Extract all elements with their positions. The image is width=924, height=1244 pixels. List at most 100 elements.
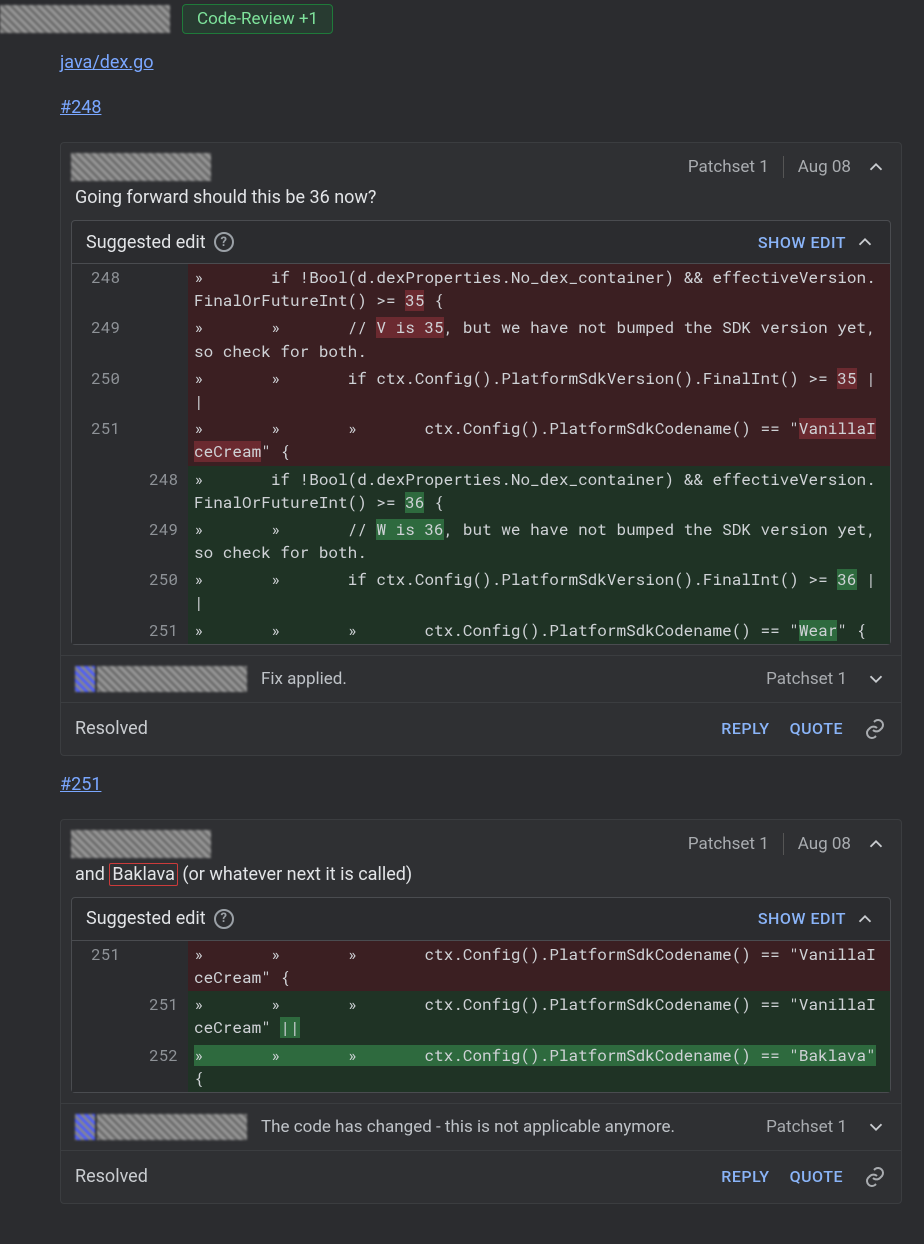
review-header: Code-Review +1 bbox=[0, 0, 924, 44]
help-icon[interactable]: ? bbox=[214, 232, 234, 252]
quote-button[interactable]: QUOTE bbox=[790, 719, 843, 738]
diff-row-added: 249» » // W is 36, but we have not bumpe… bbox=[72, 516, 890, 566]
replier-avatar-redacted bbox=[75, 1114, 95, 1140]
line-number-new: 248 bbox=[130, 466, 188, 516]
copy-link-icon[interactable] bbox=[863, 717, 887, 741]
diff-row-added: 251» » » ctx.Config().PlatformSdkCodenam… bbox=[72, 991, 890, 1041]
reply-patchset: Patchset 1 bbox=[762, 669, 851, 689]
show-edit-button[interactable]: SHOW EDIT bbox=[758, 909, 846, 928]
diff-row-deleted: 250 » » if ctx.Config().PlatformSdkVersio… bbox=[72, 365, 890, 415]
diff-view: 248» if !Bool(d.dexProperties.No_dex_con… bbox=[72, 264, 890, 644]
reply-button[interactable]: REPLY bbox=[721, 1167, 769, 1186]
reply-patchset: Patchset 1 bbox=[762, 1117, 851, 1137]
collapse-icon[interactable] bbox=[865, 833, 887, 855]
code-deleted: » » » ctx.Config().PlatformSdkCodename()… bbox=[188, 415, 890, 465]
comment-date[interactable]: Aug 08 bbox=[794, 157, 855, 177]
line-number-new: 251 bbox=[130, 991, 188, 1041]
resolved-label: Resolved bbox=[75, 718, 148, 739]
line-number-new: 251 bbox=[130, 617, 188, 644]
diff-row-deleted: 251 » » » ctx.Config().PlatformSdkCodenam… bbox=[72, 941, 890, 991]
comment-text: Going forward should this be 36 now? bbox=[61, 183, 901, 220]
replier-avatar-redacted bbox=[75, 666, 95, 692]
line-number-new bbox=[130, 264, 188, 314]
line-number-new: 250 bbox=[130, 566, 188, 616]
line-number-old bbox=[72, 516, 130, 566]
thread-footer: Resolved REPLY QUOTE bbox=[61, 702, 901, 755]
suggested-edit-title: Suggested edit bbox=[86, 232, 206, 253]
code-deleted: » » // V is 35, but we have not bumped t… bbox=[188, 314, 890, 364]
replier-name-redacted bbox=[97, 1114, 247, 1140]
suggested-edit-block: Suggested edit ? SHOW EDIT 248» if !Bool… bbox=[71, 220, 891, 645]
diff-row-deleted: 251 » » » ctx.Config().PlatformSdkCodenam… bbox=[72, 415, 890, 465]
line-number-old: 251 bbox=[72, 415, 130, 465]
diff-view: 251» » » ctx.Config().PlatformSdkCodenam… bbox=[72, 941, 890, 1092]
patchset-label[interactable]: Patchset 1 bbox=[684, 834, 773, 854]
code-added: » if !Bool(d.dexProperties.No_dex_contai… bbox=[188, 466, 890, 516]
copy-link-icon[interactable] bbox=[863, 1165, 887, 1189]
quote-button[interactable]: QUOTE bbox=[790, 1167, 843, 1186]
expand-reply-icon[interactable] bbox=[865, 668, 887, 690]
code-deleted: » if !Bool(d.dexProperties.No_dex_contai… bbox=[188, 264, 890, 314]
code-added: » » if ctx.Config().PlatformSdkVersion()… bbox=[188, 566, 890, 616]
diff-row-deleted: 248 » if !Bool(d.dexProperties.No_dex_con… bbox=[72, 264, 890, 314]
reply-summary-row[interactable]: Fix applied. Patchset 1 bbox=[61, 655, 901, 702]
line-number-old bbox=[72, 1042, 130, 1092]
line-number-old: 248 bbox=[72, 264, 130, 314]
line-number-new bbox=[130, 314, 188, 364]
code-deleted: » » » ctx.Config().PlatformSdkCodename()… bbox=[188, 941, 890, 991]
line-number-new bbox=[130, 415, 188, 465]
line-anchor-link[interactable]: #251 bbox=[60, 774, 101, 795]
comment-thread: Patchset 1 Aug 08 and Baklava (or whatev… bbox=[60, 819, 902, 1204]
vote-badge: Code-Review +1 bbox=[182, 4, 333, 34]
line-number-old bbox=[72, 566, 130, 616]
reviewer-name-redacted bbox=[0, 5, 170, 33]
line-number-old: 249 bbox=[72, 314, 130, 364]
line-number-old bbox=[72, 617, 130, 644]
code-added: » » » ctx.Config().PlatformSdkCodename()… bbox=[188, 991, 890, 1041]
comment-date[interactable]: Aug 08 bbox=[794, 834, 855, 854]
collapse-icon[interactable] bbox=[865, 156, 887, 178]
thread-footer: Resolved REPLY QUOTE bbox=[61, 1150, 901, 1203]
line-anchor-link[interactable]: #248 bbox=[60, 97, 101, 118]
reply-message: Fix applied. bbox=[261, 669, 347, 689]
line-number-new bbox=[130, 365, 188, 415]
suggested-edit-header: Suggested edit ? SHOW EDIT bbox=[72, 221, 890, 264]
suggested-edit-title: Suggested edit bbox=[86, 908, 206, 929]
separator bbox=[783, 156, 784, 178]
reply-button[interactable]: REPLY bbox=[721, 719, 769, 738]
line-number-old: 251 bbox=[72, 941, 130, 991]
reply-summary-row[interactable]: The code has changed - this is not appli… bbox=[61, 1103, 901, 1150]
show-edit-button[interactable]: SHOW EDIT bbox=[758, 233, 846, 252]
commenter-name-redacted bbox=[71, 830, 211, 858]
file-path-link[interactable]: java/dex.go bbox=[60, 52, 154, 73]
replier-name-redacted bbox=[97, 666, 247, 692]
code-added: » » // W is 36, but we have not bumped t… bbox=[188, 516, 890, 566]
collapse-diff-icon[interactable] bbox=[854, 231, 876, 253]
commenter-name-redacted bbox=[71, 153, 211, 181]
collapse-diff-icon[interactable] bbox=[854, 908, 876, 930]
spellcheck-word[interactable]: Baklava bbox=[109, 863, 178, 886]
diff-row-added: 251» » » ctx.Config().PlatformSdkCodenam… bbox=[72, 617, 890, 644]
resolved-label: Resolved bbox=[75, 1166, 148, 1187]
patchset-label[interactable]: Patchset 1 bbox=[684, 157, 773, 177]
code-added: » » » ctx.Config().PlatformSdkCodename()… bbox=[188, 617, 890, 644]
help-icon[interactable]: ? bbox=[214, 909, 234, 929]
code-deleted: » » if ctx.Config().PlatformSdkVersion()… bbox=[188, 365, 890, 415]
line-number-new: 249 bbox=[130, 516, 188, 566]
line-number-old bbox=[72, 466, 130, 516]
diff-row-added: 250» » if ctx.Config().PlatformSdkVersio… bbox=[72, 566, 890, 616]
comment-text: and Baklava (or whatever next it is call… bbox=[61, 860, 901, 897]
line-number-new: 252 bbox=[130, 1042, 188, 1092]
reply-message: The code has changed - this is not appli… bbox=[261, 1117, 675, 1137]
text-before: and bbox=[75, 864, 109, 885]
suggested-edit-block: Suggested edit ? SHOW EDIT 251» » » ctx.… bbox=[71, 897, 891, 1093]
text-after: (or whatever next it is called) bbox=[178, 864, 412, 885]
suggested-edit-header: Suggested edit ? SHOW EDIT bbox=[72, 898, 890, 941]
comment-header: Patchset 1 Aug 08 bbox=[61, 820, 901, 860]
separator bbox=[783, 833, 784, 855]
line-number-old: 250 bbox=[72, 365, 130, 415]
line-number-new bbox=[130, 941, 188, 991]
expand-reply-icon[interactable] bbox=[865, 1116, 887, 1138]
diff-row-added: 252» » » ctx.Config().PlatformSdkCodenam… bbox=[72, 1042, 890, 1092]
diff-row-added: 248» if !Bool(d.dexProperties.No_dex_con… bbox=[72, 466, 890, 516]
